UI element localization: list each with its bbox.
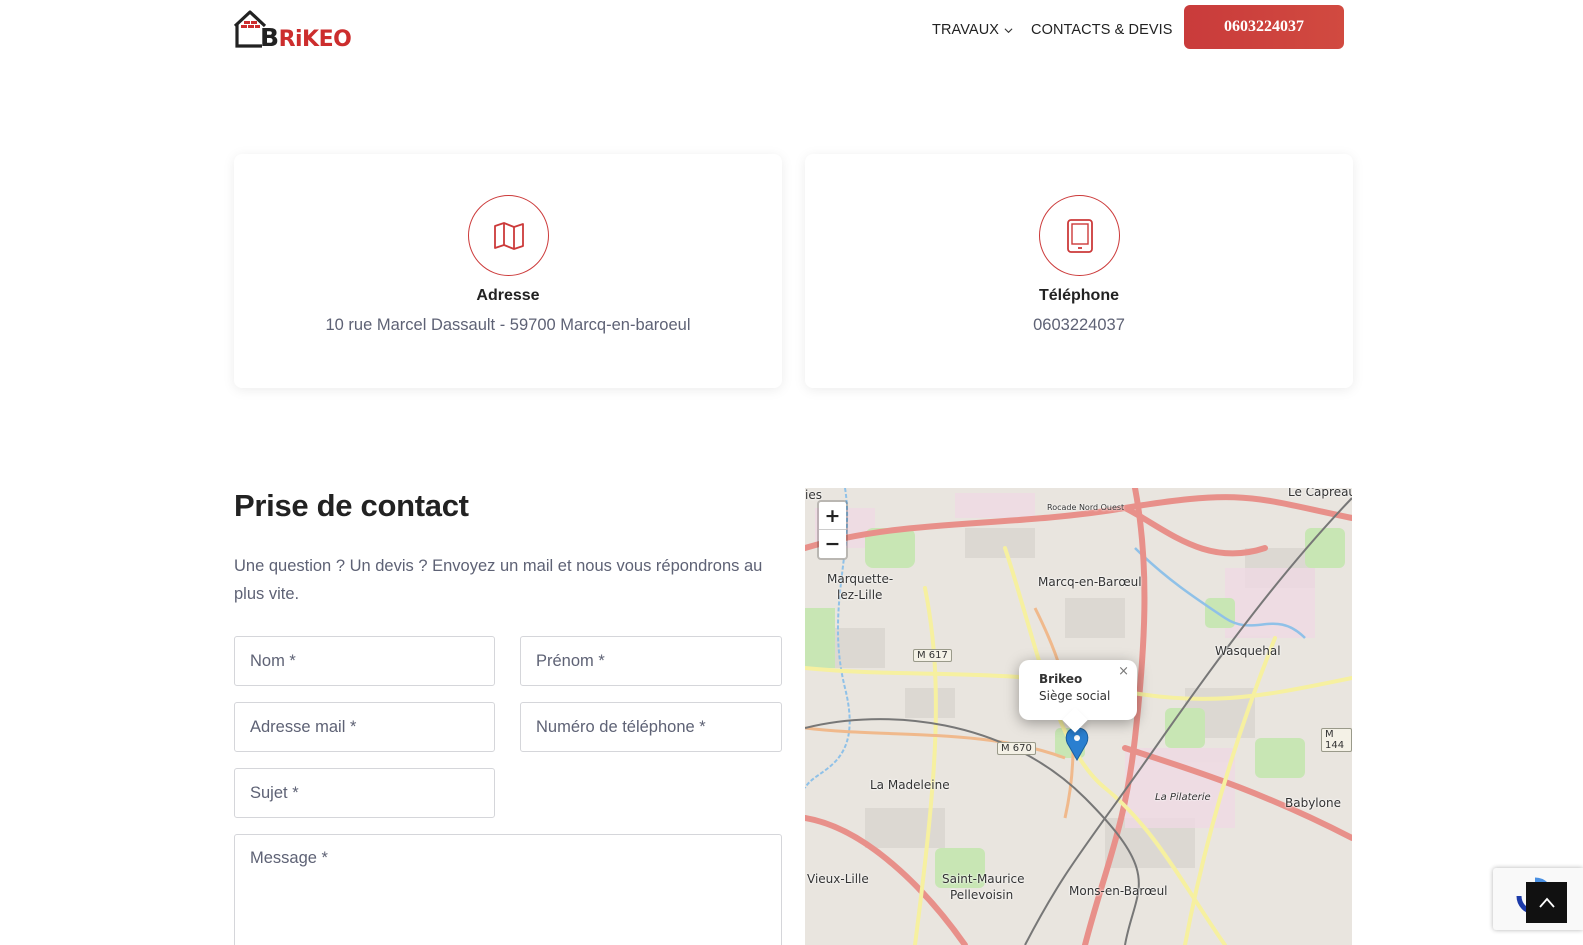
map-label-marcq: Marcq-en-Barœul (1038, 575, 1142, 589)
map-zoom-control: + − (817, 500, 848, 560)
chevron-down-icon (1004, 27, 1013, 33)
telephone-input[interactable] (520, 702, 782, 752)
message-textarea[interactable] (234, 834, 782, 945)
map-label-rocade: Rocade Nord Ouest (1047, 503, 1125, 512)
phone-call-button[interactable]: 0603224037 (1184, 5, 1344, 49)
logo-letter-b: B (260, 23, 279, 52)
map-label-marquette-2: lez-Lille (837, 588, 883, 602)
phone-card: Téléphone 0603224037 (805, 154, 1353, 388)
map-label-babylone: Babylone (1285, 796, 1341, 810)
map-label-marquette: Marquette- (827, 572, 894, 586)
nav-travaux[interactable]: TRAVAUX (932, 20, 1013, 40)
logo-letters: RiKEO (278, 27, 352, 52)
nom-input[interactable] (234, 636, 495, 686)
nav-contacts-devis[interactable]: CONTACTS & DEVIS (1031, 20, 1173, 40)
road-badge-m144: M 144 (1321, 728, 1352, 752)
nav-contacts-label: CONTACTS & DEVIS (1031, 22, 1173, 38)
contact-description: Une question ? Un devis ? Envoyez un mai… (234, 557, 763, 603)
phone-icon-circle (1039, 195, 1120, 276)
brikeo-logo[interactable]: BRiKEO (232, 6, 352, 52)
zoom-out-button[interactable]: − (819, 530, 846, 558)
phone-text: 0603224037 (1033, 316, 1125, 334)
map-label-capreau: Le Capreau (1288, 488, 1352, 499)
zoom-in-button[interactable]: + (819, 502, 846, 530)
nav-travaux-label: TRAVAUX (932, 22, 1000, 38)
email-input[interactable] (234, 702, 495, 752)
map-label-wasquehal: Wasquehal (1215, 644, 1281, 658)
sujet-input[interactable] (234, 768, 495, 818)
address-text: 10 rue Marcel Dassault - 59700 Marcq-en-… (325, 316, 691, 334)
map-label-stmaurice: Saint-Maurice (942, 872, 1025, 886)
address-icon-circle (468, 195, 549, 276)
map-popup: Brikeo Siège social × (1019, 660, 1137, 720)
chevron-up-icon (1538, 897, 1555, 908)
prenom-input[interactable] (520, 636, 782, 686)
map-label-vieuxlille: Vieux-Lille (807, 872, 869, 886)
map-label-pellevoisin: Pellevoisin (950, 888, 1014, 902)
road-badge-m670: M 670 (997, 742, 1036, 755)
site-header: BRiKEO TRAVAUX CONTACTS & DEVIS 06032240… (0, 0, 1583, 60)
address-card: Adresse 10 rue Marcel Dassault - 59700 M… (234, 154, 782, 388)
address-title: Adresse (476, 287, 540, 304)
contact-title: Prise de contact (234, 488, 469, 523)
map-icon (493, 221, 524, 250)
logo-wordmark: BRiKEO (260, 23, 352, 52)
popup-subtitle: Siège social (1039, 689, 1111, 703)
road-badge-m617: M 617 (913, 649, 952, 662)
popup-title: Brikeo (1039, 672, 1083, 686)
tablet-icon (1066, 218, 1093, 253)
map-label-pilaterie: La Pilaterie (1155, 792, 1211, 803)
popup-close-icon[interactable]: × (1118, 664, 1129, 679)
scroll-to-top-button[interactable] (1526, 882, 1567, 923)
map-label-madeleine: La Madeleine (870, 778, 950, 792)
location-map[interactable]: ies Rocade Nord Ouest Le Capreau Marquet… (805, 488, 1352, 945)
map-label-mons: Mons-en-Barœul (1069, 884, 1168, 898)
phone-title: Téléphone (1038, 287, 1119, 304)
